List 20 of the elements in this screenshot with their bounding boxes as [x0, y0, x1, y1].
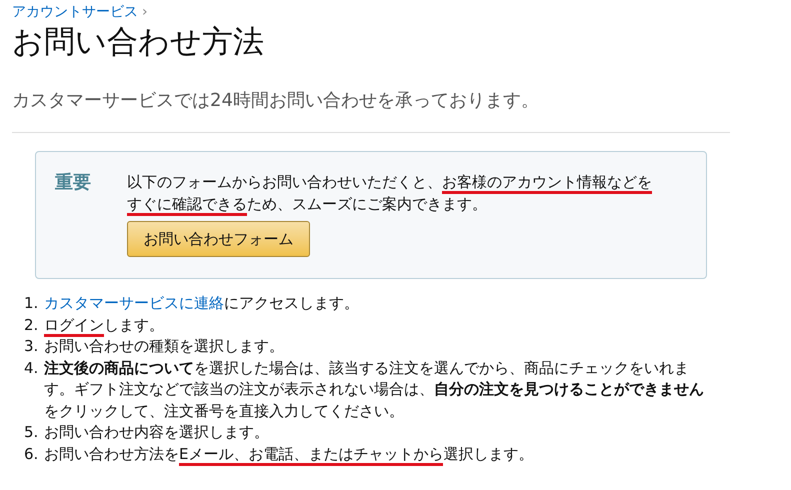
step-text: お問い合わせの種類を選択します。: [44, 336, 285, 357]
contact-link[interactable]: カスタマーサービスに連絡: [44, 294, 224, 312]
step-number: 2.: [24, 314, 40, 336]
notice-text: 以下のフォームからお問い合わせいただくと、お客様のアカウント情報などを すぐに確認できるため、スムーズにご案内できます。: [127, 168, 665, 215]
step-number: 3.: [24, 336, 40, 357]
contact-form-button[interactable]: お問い合わせフォーム: [127, 221, 310, 257]
notice-label: 重要: [55, 171, 92, 195]
breadcrumb-separator: ›: [142, 3, 148, 22]
step-text: ログイン します。: [44, 314, 708, 336]
breadcrumb-link[interactable]: アカウントサービス: [12, 2, 138, 22]
step-text: お問い合わせ内容を選択します。: [44, 422, 270, 443]
step-number: 5.: [24, 422, 40, 443]
page-subtitle: カスタマーサービスでは24時間お問い合わせを承っております。: [12, 89, 540, 113]
step-number: 6.: [24, 444, 40, 464]
step-text: カスタマーサービスに連絡にアクセスします。: [44, 293, 360, 314]
step-text: 注文後の商品についてを選択した場合は、該当する注文を選んでから、商品にチェックをいれます。ギフト注文などで該当の注文が表示されない場合は、自分の注文を見つけることができませんをクリックして、注文番号を直接入力してください。: [44, 358, 705, 422]
step-text: お問い合わせ方法をEメール、お電話、またはチャットから選択します。: [44, 444, 708, 465]
page-title: お問い合わせ方法: [12, 23, 265, 62]
step-number: 1.: [24, 293, 40, 314]
step-number: 4.: [24, 358, 40, 378]
